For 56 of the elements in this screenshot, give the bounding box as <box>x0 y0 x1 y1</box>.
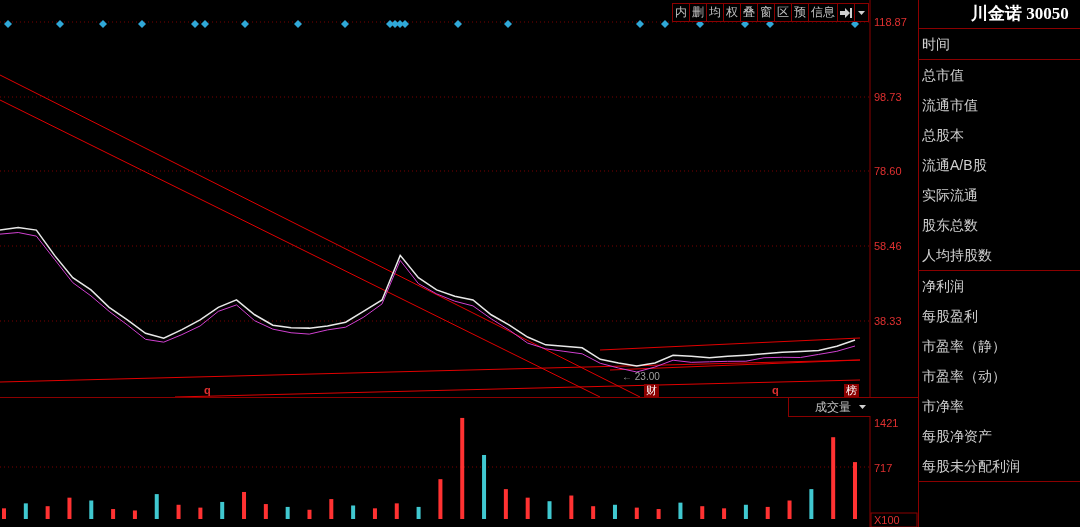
indicator-dropdown[interactable]: 成交量 <box>788 398 870 417</box>
axis-tick-label: 118.87 <box>874 16 907 28</box>
caret-icon <box>859 405 866 409</box>
toolbar-button[interactable]: 窗 <box>758 4 775 21</box>
info-label: 每股盈利 <box>921 307 979 326</box>
low-price-label: ← 23.00 <box>622 371 660 382</box>
diamond-icon <box>341 20 349 28</box>
axis-tick-label: 717 <box>874 462 893 474</box>
diamond-icon <box>661 20 669 28</box>
info-label: 股东总数 <box>921 216 979 235</box>
info-label: 流通A/B股 <box>921 156 988 175</box>
axis-tick-label: 78.60 <box>874 165 902 177</box>
flag-label: 财 <box>644 384 659 397</box>
toolbar-button[interactable]: 内 <box>673 4 690 21</box>
info-label: 总市值 <box>921 66 965 85</box>
info-label: 每股未分配利润 <box>921 457 1021 476</box>
info-label: 时间 <box>921 35 951 54</box>
diamond-icon <box>851 20 859 28</box>
diamond-icon <box>696 20 704 28</box>
diamond-icon <box>99 20 107 28</box>
info-label: 净利润 <box>921 277 965 296</box>
info-label: 市净率 <box>921 397 965 416</box>
axis-tick-label: 58.46 <box>874 240 902 252</box>
toolbar-button[interactable]: 均 <box>707 4 724 21</box>
axis-tick-label: 98.73 <box>874 91 902 103</box>
info-label: 人均持股数 <box>921 246 993 265</box>
info-label: 市盈率（动） <box>921 367 1007 386</box>
toolbar-button[interactable]: 权 <box>724 4 741 21</box>
toolbar-button[interactable]: 信息 <box>809 4 838 21</box>
info-label: 市盈率（静） <box>921 337 1007 356</box>
info-label: 每股净资产 <box>921 427 993 446</box>
diamond-icon <box>4 20 12 28</box>
diamond-icon <box>504 20 512 28</box>
diamond-icon <box>138 20 146 28</box>
diamond-icon <box>241 20 249 28</box>
toolbar-button[interactable]: 删 <box>690 4 707 21</box>
arrow-to-bar-icon[interactable] <box>838 4 855 21</box>
axis-tick-label: 38.33 <box>874 315 902 327</box>
diamond-icon <box>56 20 64 28</box>
mark-label: q <box>204 384 211 396</box>
toolbar-button[interactable]: 叠 <box>741 4 758 21</box>
stock-title: 川金诺 30050 <box>970 3 1070 25</box>
unit-label: X100 <box>874 514 900 526</box>
diamond-icon <box>766 20 774 28</box>
toolbar-button[interactable]: 预 <box>792 4 809 21</box>
diamond-icon <box>636 20 644 28</box>
diamond-icon <box>741 20 749 28</box>
axis-tick-label: 1421 <box>874 417 899 429</box>
mark-label: q <box>772 384 779 396</box>
info-label: 总股本 <box>921 126 965 145</box>
info-label: 流通市值 <box>921 96 979 115</box>
flag-label: 榜 <box>844 384 859 397</box>
info-label: 实际流通 <box>921 186 979 205</box>
diamond-icon <box>294 20 302 28</box>
toolbar-button[interactable]: 区 <box>775 4 792 21</box>
diamond-icon <box>454 20 462 28</box>
